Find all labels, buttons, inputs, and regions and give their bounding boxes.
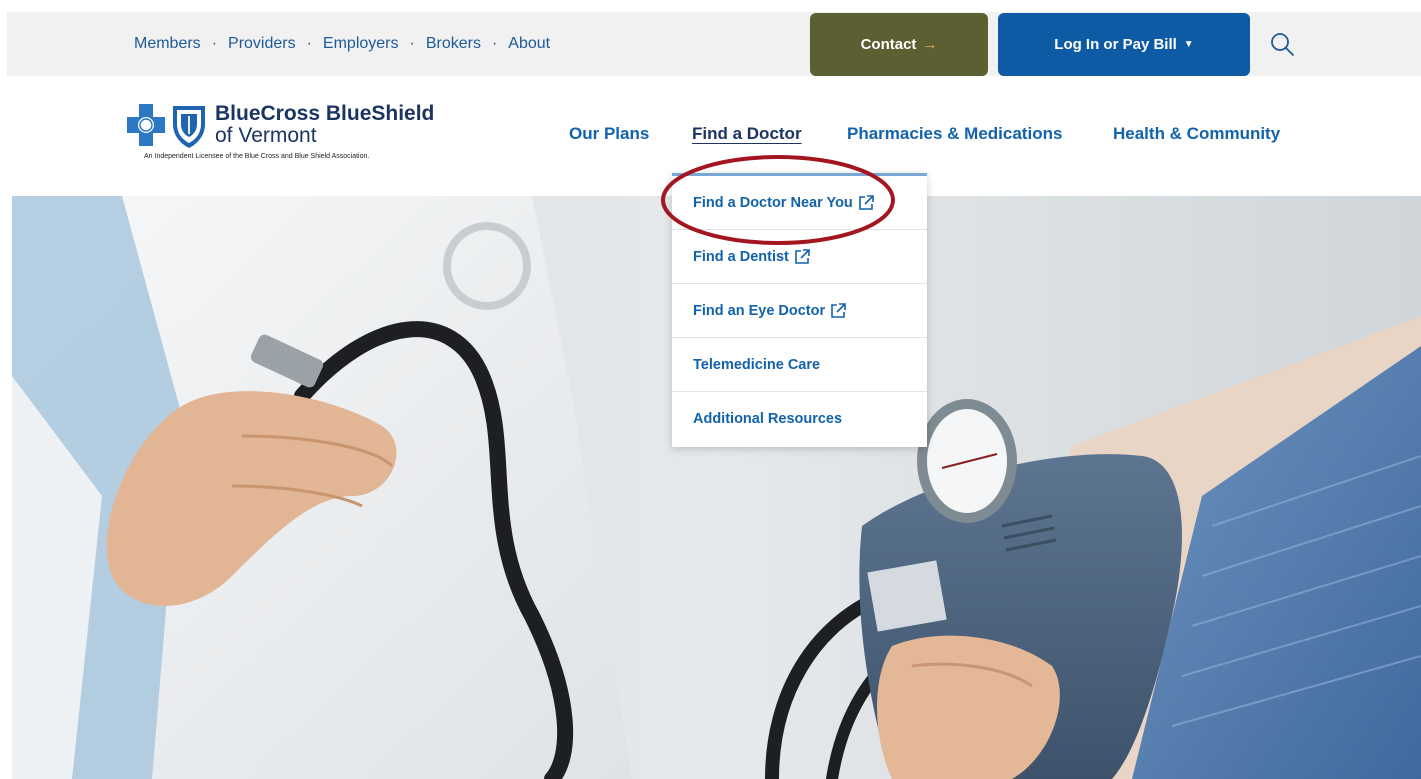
utility-bar: Members · Providers · Employers · Broker… xyxy=(7,12,1421,76)
bluecross-blueshield-logo-icon xyxy=(127,104,205,148)
separator-dot: · xyxy=(211,35,218,52)
find-a-doctor-dropdown: Find a Doctor Near You Find a Dentist Fi… xyxy=(672,173,927,447)
utility-link-providers[interactable]: Providers xyxy=(228,35,296,53)
nav-find-a-doctor[interactable]: Find a Doctor xyxy=(692,124,802,144)
dropdown-item-find-dentist[interactable]: Find a Dentist xyxy=(672,230,927,284)
dropdown-item-label: Find a Dentist xyxy=(693,248,789,265)
external-link-icon xyxy=(795,249,810,264)
dropdown-item-label: Find an Eye Doctor xyxy=(693,302,826,319)
contact-button[interactable]: Contact → xyxy=(810,13,988,76)
utility-links: Members · Providers · Employers · Broker… xyxy=(134,12,550,76)
external-link-icon xyxy=(858,195,874,210)
nav-pharmacies-medications[interactable]: Pharmacies & Medications xyxy=(847,124,1062,144)
dropdown-item-find-doctor-near-you[interactable]: Find a Doctor Near You xyxy=(672,176,927,230)
bcbs-vermont-logo[interactable]: BlueCross BlueShield of Vermont An Indep… xyxy=(127,100,457,170)
utility-link-about[interactable]: About xyxy=(508,35,550,53)
utility-link-employers[interactable]: Employers xyxy=(323,35,399,53)
dropdown-item-label: Additional Resources xyxy=(693,411,843,427)
search-button[interactable] xyxy=(1264,26,1300,62)
dropdown-item-label: Telemedicine Care xyxy=(693,356,821,373)
nav-our-plans[interactable]: Our Plans xyxy=(569,124,649,144)
separator-dot: · xyxy=(306,35,312,52)
separator-dot: · xyxy=(491,35,498,52)
utility-link-members[interactable]: Members xyxy=(134,35,201,53)
search-icon xyxy=(1271,33,1294,56)
dropdown-item-label: Find a Doctor Near You xyxy=(693,194,853,211)
nav-health-community[interactable]: Health & Community xyxy=(1113,124,1280,144)
external-link-icon xyxy=(831,303,846,318)
dropdown-item-find-eye-doctor[interactable]: Find an Eye Doctor xyxy=(672,284,927,338)
utility-link-brokers[interactable]: Brokers xyxy=(426,35,481,53)
caret-down-icon: ▼ xyxy=(1183,39,1194,50)
contact-button-label: Contact xyxy=(860,36,917,53)
separator-dot: · xyxy=(409,35,415,52)
logo-brand-name: BlueCross BlueShield xyxy=(215,102,435,125)
arrow-right-icon: → xyxy=(922,36,938,53)
logo-tagline: An Independent Licensee of the Blue Cros… xyxy=(144,153,370,160)
dropdown-item-additional-resources[interactable]: Additional Resources xyxy=(672,392,927,446)
login-pay-bill-button[interactable]: Log In or Pay Bill ▼ xyxy=(998,13,1250,76)
login-button-label: Log In or Pay Bill xyxy=(1054,36,1177,53)
logo-state-name: of Vermont xyxy=(215,124,317,147)
dropdown-item-telemedicine-care[interactable]: Telemedicine Care xyxy=(672,338,927,392)
